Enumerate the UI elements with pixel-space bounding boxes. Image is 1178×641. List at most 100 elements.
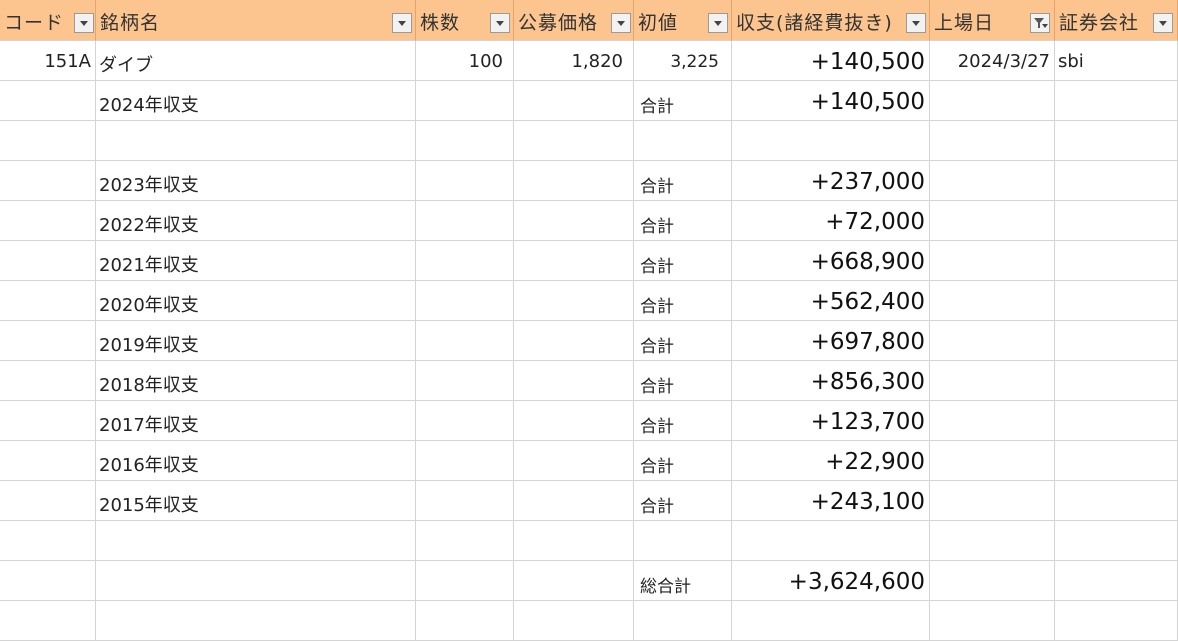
cell[interactable] bbox=[514, 601, 634, 641]
cell-year-amount[interactable]: +123,700 bbox=[732, 401, 930, 441]
cell[interactable] bbox=[0, 281, 96, 321]
cell[interactable] bbox=[930, 321, 1055, 361]
header-cell-offer-price[interactable]: 公募価格 bbox=[514, 0, 634, 41]
cell[interactable] bbox=[930, 521, 1055, 561]
cell[interactable] bbox=[1055, 121, 1178, 161]
filter-dropdown-icon[interactable] bbox=[1153, 13, 1173, 33]
cell-year-amount[interactable]: +22,900 bbox=[732, 441, 930, 481]
filter-dropdown-icon[interactable] bbox=[74, 13, 94, 33]
cell[interactable] bbox=[0, 601, 96, 641]
cell-total-label[interactable]: 合計 bbox=[634, 201, 732, 241]
filter-dropdown-icon[interactable] bbox=[906, 13, 926, 33]
cell[interactable] bbox=[514, 201, 634, 241]
cell[interactable] bbox=[96, 561, 416, 601]
cell[interactable] bbox=[514, 401, 634, 441]
cell-total-label[interactable]: 合計 bbox=[634, 161, 732, 201]
cell-year-label[interactable]: 2017年収支 bbox=[96, 401, 416, 441]
cell[interactable] bbox=[416, 521, 514, 561]
cell[interactable] bbox=[1055, 281, 1178, 321]
cell-year-label[interactable]: 2020年収支 bbox=[96, 281, 416, 321]
cell-total-label[interactable]: 合計 bbox=[634, 481, 732, 521]
cell-year-amount[interactable]: +856,300 bbox=[732, 361, 930, 401]
filter-active-icon[interactable] bbox=[1030, 13, 1050, 33]
cell[interactable] bbox=[514, 361, 634, 401]
cell[interactable] bbox=[514, 441, 634, 481]
cell[interactable] bbox=[416, 81, 514, 121]
header-cell-broker[interactable]: 証券会社 bbox=[1055, 0, 1178, 41]
cell-total-label[interactable]: 合計 bbox=[634, 321, 732, 361]
cell[interactable] bbox=[1055, 481, 1178, 521]
cell[interactable] bbox=[416, 281, 514, 321]
cell[interactable] bbox=[930, 201, 1055, 241]
cell[interactable] bbox=[1055, 161, 1178, 201]
cell-year-label[interactable]: 2019年収支 bbox=[96, 321, 416, 361]
cell[interactable] bbox=[514, 81, 634, 121]
cell[interactable] bbox=[1055, 201, 1178, 241]
cell-listing-date[interactable]: 2024/3/27 bbox=[930, 41, 1055, 81]
cell-total-label[interactable]: 合計 bbox=[634, 361, 732, 401]
cell[interactable] bbox=[930, 361, 1055, 401]
cell[interactable] bbox=[930, 481, 1055, 521]
cell-first-price[interactable]: 3,225 bbox=[634, 41, 732, 81]
cell[interactable] bbox=[930, 281, 1055, 321]
cell-year-amount[interactable]: +237,000 bbox=[732, 161, 930, 201]
cell[interactable] bbox=[96, 121, 416, 161]
cell[interactable] bbox=[0, 321, 96, 361]
cell-total-label[interactable]: 合計 bbox=[634, 441, 732, 481]
cell-total-label[interactable]: 合計 bbox=[634, 241, 732, 281]
cell[interactable] bbox=[514, 121, 634, 161]
cell[interactable] bbox=[0, 241, 96, 281]
cell[interactable] bbox=[634, 521, 732, 561]
cell-year-label[interactable]: 2018年収支 bbox=[96, 361, 416, 401]
cell[interactable] bbox=[930, 121, 1055, 161]
cell-year-label[interactable]: 2015年収支 bbox=[96, 481, 416, 521]
cell[interactable] bbox=[1055, 81, 1178, 121]
cell[interactable] bbox=[96, 601, 416, 641]
cell[interactable] bbox=[0, 481, 96, 521]
cell[interactable] bbox=[514, 481, 634, 521]
cell[interactable] bbox=[0, 161, 96, 201]
cell[interactable] bbox=[0, 361, 96, 401]
cell-code[interactable]: 151A bbox=[0, 41, 96, 81]
cell[interactable] bbox=[416, 361, 514, 401]
filter-dropdown-icon[interactable] bbox=[708, 13, 728, 33]
cell[interactable] bbox=[930, 401, 1055, 441]
cell-year-amount[interactable]: +562,400 bbox=[732, 281, 930, 321]
cell[interactable] bbox=[732, 601, 930, 641]
cell-grand-total-amount[interactable]: +3,624,600 bbox=[732, 561, 930, 601]
filter-dropdown-icon[interactable] bbox=[490, 13, 510, 33]
header-cell-shares[interactable]: 株数 bbox=[416, 0, 514, 41]
header-cell-first-price[interactable]: 初値 bbox=[634, 0, 732, 41]
cell[interactable] bbox=[416, 201, 514, 241]
cell-shares[interactable]: 100 bbox=[416, 41, 514, 81]
cell[interactable] bbox=[514, 161, 634, 201]
cell[interactable] bbox=[416, 321, 514, 361]
header-cell-listing-date[interactable]: 上場日 bbox=[930, 0, 1055, 41]
cell[interactable] bbox=[1055, 441, 1178, 481]
cell-total-label[interactable]: 合計 bbox=[634, 401, 732, 441]
cell[interactable] bbox=[514, 561, 634, 601]
cell[interactable] bbox=[416, 161, 514, 201]
cell-total-label[interactable]: 合計 bbox=[634, 281, 732, 321]
cell[interactable] bbox=[0, 121, 96, 161]
cell[interactable] bbox=[1055, 521, 1178, 561]
cell[interactable] bbox=[1055, 601, 1178, 641]
cell-year-amount[interactable]: +668,900 bbox=[732, 241, 930, 281]
cell[interactable] bbox=[634, 121, 732, 161]
cell[interactable] bbox=[514, 281, 634, 321]
cell-year-label[interactable]: 2024年収支 bbox=[96, 81, 416, 121]
cell[interactable] bbox=[514, 521, 634, 561]
cell[interactable] bbox=[0, 201, 96, 241]
cell[interactable] bbox=[0, 561, 96, 601]
cell[interactable] bbox=[96, 521, 416, 561]
cell-year-amount[interactable]: +140,500 bbox=[732, 81, 930, 121]
cell-profit[interactable]: +140,500 bbox=[732, 41, 930, 81]
cell[interactable] bbox=[0, 81, 96, 121]
cell[interactable] bbox=[416, 241, 514, 281]
cell[interactable] bbox=[1055, 561, 1178, 601]
cell[interactable] bbox=[416, 401, 514, 441]
header-cell-profit[interactable]: 収支(諸経費抜き) bbox=[732, 0, 930, 41]
filter-dropdown-icon[interactable] bbox=[392, 13, 412, 33]
cell[interactable] bbox=[930, 561, 1055, 601]
cell[interactable] bbox=[930, 161, 1055, 201]
